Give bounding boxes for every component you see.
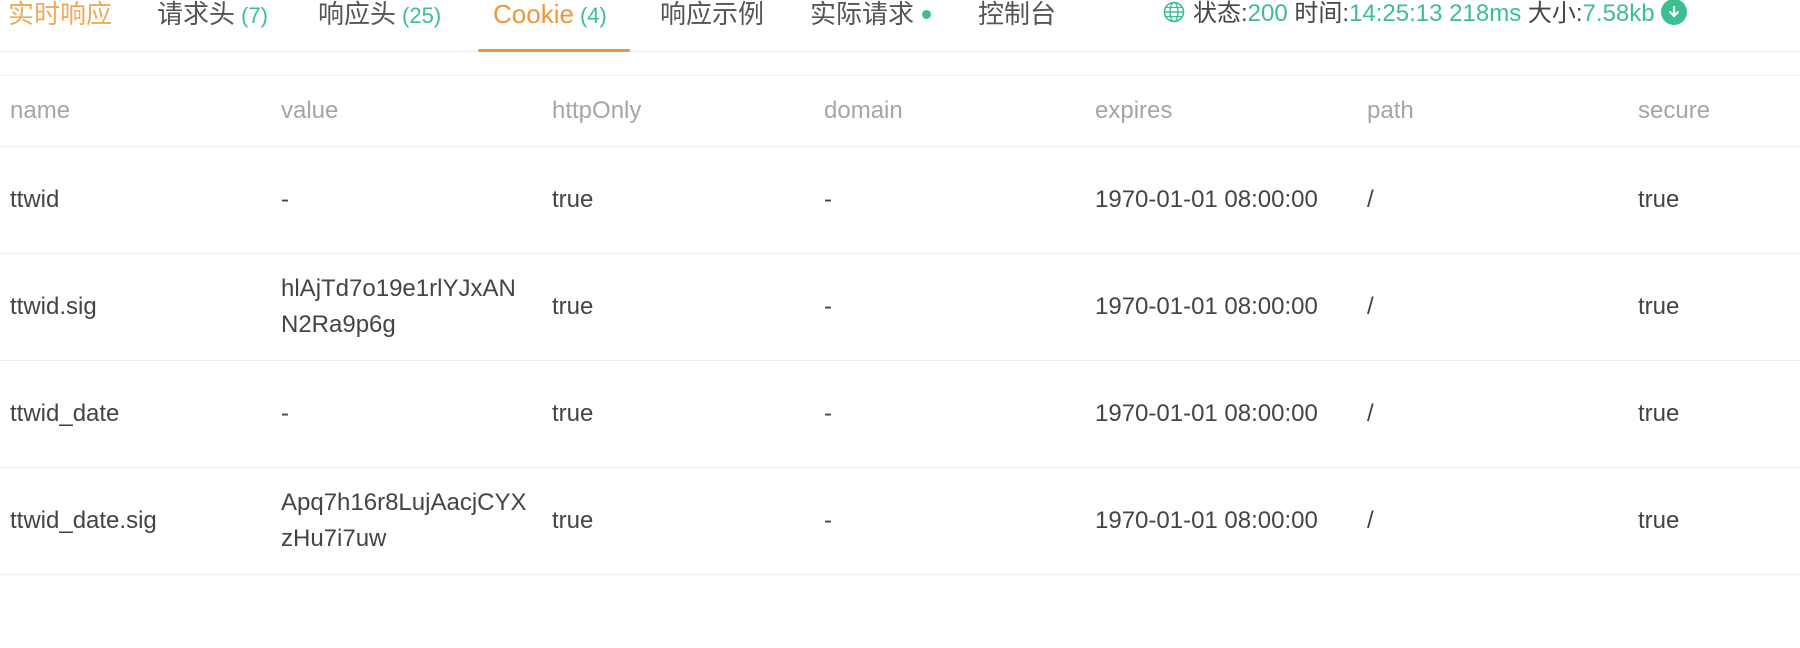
cell-secure: true <box>1628 253 1800 361</box>
tab-label: 控制台 <box>978 0 1057 29</box>
column-header-domain[interactable]: domain <box>814 76 1085 147</box>
tab-count: (25) <box>402 3 442 28</box>
response-status-bar: 状态:200 时间:14:25:13 218ms 大小:7.58kb <box>1163 0 1687 40</box>
column-header-name[interactable]: name <box>0 76 271 147</box>
tab-label: 请求头 <box>157 0 236 29</box>
time-label: 时间: <box>1294 0 1350 27</box>
tab-realtime-response[interactable]: 实时响应 <box>8 0 112 52</box>
cell-value: - <box>271 146 542 254</box>
tab-request-headers[interactable]: 请求头 (7) <box>157 0 268 52</box>
cell-name: ttwid <box>0 146 271 254</box>
cell-value: hlAjTd7o19e1rlYJxANN2Ra9p6g <box>271 253 542 361</box>
size-value: 7.58kb <box>1582 0 1655 27</box>
table-row: ttwid_date - true - 1970-01-01 08:00:00 … <box>0 360 1800 468</box>
cell-name: ttwid.sig <box>0 253 271 361</box>
cell-httponly: true <box>542 146 814 254</box>
cell-httponly: true <box>542 467 814 575</box>
column-header-path[interactable]: path <box>1357 76 1628 147</box>
tab-console[interactable]: 控制台 <box>978 0 1056 52</box>
cell-value: - <box>271 360 542 468</box>
tab-label: 响应头 <box>318 0 397 29</box>
cell-path: / <box>1357 146 1628 254</box>
cell-path: / <box>1357 253 1628 361</box>
column-header-value[interactable]: value <box>271 76 542 147</box>
cell-domain: - <box>814 146 1085 254</box>
table-row: ttwid - true - 1970-01-01 08:00:00 / tru… <box>0 146 1800 254</box>
active-tab-indicator <box>478 49 630 52</box>
cell-domain: - <box>814 253 1085 361</box>
tab-label: 实际请求 <box>810 0 915 29</box>
cookie-table: name value httpOnly domain expires path … <box>0 76 1800 575</box>
cell-secure: true <box>1628 360 1800 468</box>
column-header-secure[interactable]: secure <box>1628 76 1800 147</box>
cell-httponly: true <box>542 253 814 361</box>
cell-domain: - <box>814 467 1085 575</box>
time-value: 14:25:13 <box>1349 0 1443 27</box>
cell-secure: true <box>1628 467 1800 575</box>
status-code: 200 <box>1247 0 1288 27</box>
cell-expires: 1970-01-01 08:00:00 <box>1085 146 1357 254</box>
cell-domain: - <box>814 360 1085 468</box>
globe-icon <box>1163 1 1185 23</box>
cell-secure: true <box>1628 146 1800 254</box>
cell-expires: 1970-01-01 08:00:00 <box>1085 360 1357 468</box>
table-header-row: name value httpOnly domain expires path … <box>0 76 1800 147</box>
cell-expires: 1970-01-01 08:00:00 <box>1085 253 1357 361</box>
tab-response-example[interactable]: 响应示例 <box>660 0 764 52</box>
green-dot-icon <box>922 9 932 19</box>
download-icon[interactable] <box>1660 0 1687 25</box>
cell-path: / <box>1357 360 1628 468</box>
cell-path: / <box>1357 467 1628 575</box>
tab-label: Cookie <box>493 0 574 29</box>
cell-name: ttwid_date.sig <box>0 467 271 575</box>
cell-expires: 1970-01-01 08:00:00 <box>1085 467 1357 575</box>
size-label: 大小: <box>1527 0 1583 27</box>
tab-cookie[interactable]: Cookie (4) <box>493 0 607 52</box>
tab-count: (4) <box>579 3 607 28</box>
tab-actual-request[interactable]: 实际请求 <box>810 0 932 52</box>
column-header-httponly[interactable]: httpOnly <box>542 76 814 147</box>
tab-label: 响应示例 <box>660 0 765 29</box>
cell-value: Apq7h16r8LujAacjCYXzHu7i7uw <box>271 467 542 575</box>
column-header-expires[interactable]: expires <box>1085 76 1357 147</box>
tab-label: 实时响应 <box>8 0 113 29</box>
response-tab-bar: 实时响应 请求头 (7) 响应头 (25) Cookie (4) 响应示例 实际请求 … <box>0 0 1800 52</box>
table-row: ttwid.sig hlAjTd7o19e1rlYJxANN2Ra9p6g tr… <box>0 253 1800 361</box>
status-label: 状态: <box>1193 0 1248 27</box>
cell-name: ttwid_date <box>0 360 271 468</box>
tab-count: (7) <box>241 3 268 28</box>
cell-httponly: true <box>542 360 814 468</box>
tab-response-headers[interactable]: 响应头 (25) <box>318 0 441 52</box>
table-row: ttwid_date.sig Apq7h16r8LujAacjCYXzHu7i7… <box>0 467 1800 575</box>
duration-value: 218ms <box>1449 0 1522 27</box>
